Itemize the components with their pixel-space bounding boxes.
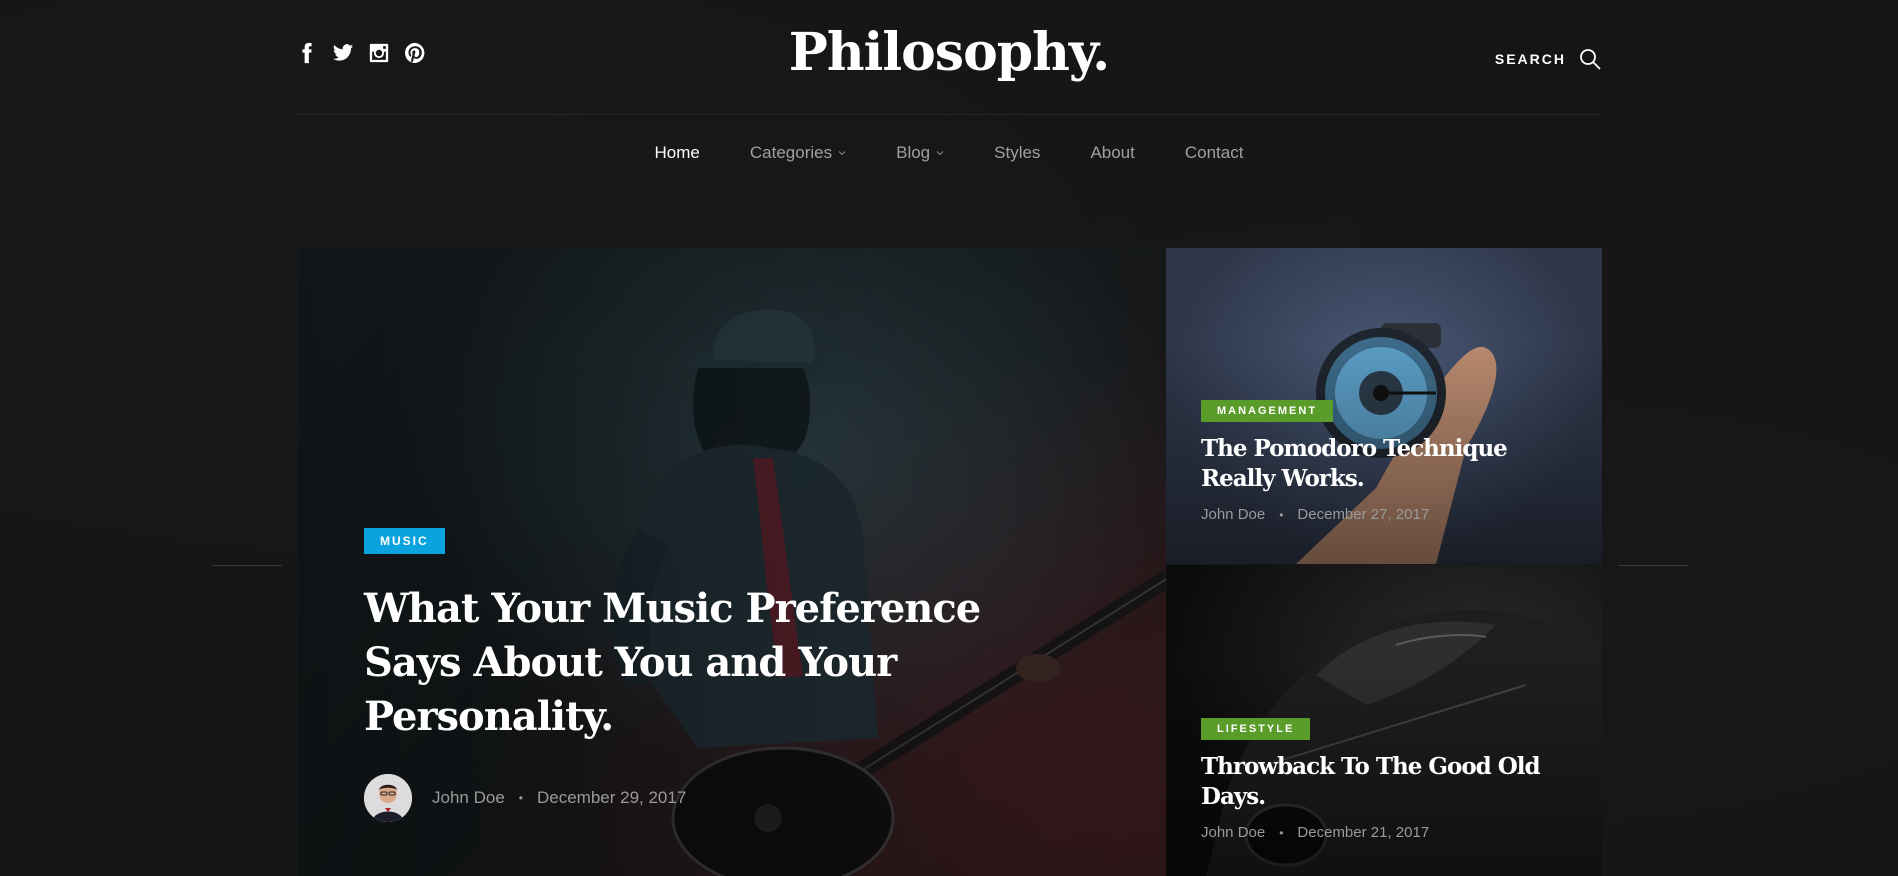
pinterest-icon[interactable] — [404, 42, 426, 64]
featured-post[interactable]: MUSIC What Your Music Preference Says Ab… — [298, 248, 1166, 876]
search-label: SEARCH — [1494, 51, 1566, 67]
category-badge[interactable]: MUSIC — [364, 528, 445, 554]
nav-label: Categories — [749, 143, 833, 162]
category-badge[interactable]: MANAGEMENT — [1201, 400, 1334, 422]
meta-separator: • — [518, 791, 523, 805]
featured-content: MUSIC What Your Music Preference Says Ab… — [364, 528, 1004, 822]
nav-item-about[interactable]: About — [1065, 140, 1159, 166]
nav-item-styles[interactable]: Styles — [969, 140, 1065, 166]
avatar[interactable] — [364, 774, 412, 822]
post-meta: John Doe • December 27, 2017 — [1201, 506, 1571, 523]
main-nav: Home Categories Blog Styles About Contac… — [296, 140, 1602, 166]
nav-label: Blog — [896, 143, 931, 162]
search-icon — [1580, 49, 1601, 70]
nav-label: Styles — [994, 143, 1041, 162]
post-meta: John Doe • December 29, 2017 — [364, 774, 1004, 822]
nav-label: Home — [654, 143, 700, 162]
search-button[interactable]: SEARCH — [1495, 47, 1602, 71]
post-date: December 27, 2017 — [1297, 506, 1430, 523]
side-post-card[interactable]: MANAGEMENT The Pomodoro Technique Really… — [1166, 248, 1602, 564]
post-author[interactable]: John Doe — [1201, 506, 1265, 523]
nav-item-blog[interactable]: Blog — [871, 140, 969, 166]
post-date: December 21, 2017 — [1297, 824, 1430, 841]
nav-item-contact[interactable]: Contact — [1160, 140, 1269, 166]
post-meta: John Doe • December 21, 2017 — [1201, 824, 1571, 841]
instagram-icon[interactable] — [368, 42, 390, 64]
side-post-content: LIFESTYLE Throwback To The Good Old Days… — [1201, 718, 1571, 841]
side-post-title[interactable]: The Pomodoro Technique Really Works. — [1201, 434, 1571, 494]
facebook-icon[interactable] — [296, 42, 318, 64]
side-post-card[interactable]: LIFESTYLE Throwback To The Good Old Days… — [1166, 565, 1602, 876]
side-post-content: MANAGEMENT The Pomodoro Technique Really… — [1201, 400, 1571, 523]
post-date: December 29, 2017 — [536, 788, 687, 807]
meta-separator: • — [1279, 825, 1284, 840]
chevron-down-icon — [838, 149, 846, 157]
nav-label: Contact — [1184, 143, 1244, 162]
nav-item-categories[interactable]: Categories — [725, 140, 871, 166]
social-links — [296, 42, 426, 64]
site-header: Philosophy. SEARCH — [296, 0, 1602, 115]
nav-item-home[interactable]: Home — [630, 140, 725, 166]
post-author[interactable]: John Doe — [432, 788, 505, 808]
divider-left — [212, 565, 282, 566]
featured-title[interactable]: What Your Music Preference Says About Yo… — [364, 582, 1004, 744]
twitter-icon[interactable] — [332, 42, 354, 64]
post-author[interactable]: John Doe — [1201, 824, 1265, 841]
site-logo[interactable]: Philosophy. — [789, 22, 1111, 83]
category-badge[interactable]: LIFESTYLE — [1201, 718, 1311, 740]
side-post-title[interactable]: Throwback To The Good Old Days. — [1201, 752, 1571, 812]
meta-separator: • — [1279, 507, 1284, 522]
nav-label: About — [1090, 143, 1135, 162]
chevron-down-icon — [936, 149, 944, 157]
divider-right — [1618, 565, 1688, 566]
